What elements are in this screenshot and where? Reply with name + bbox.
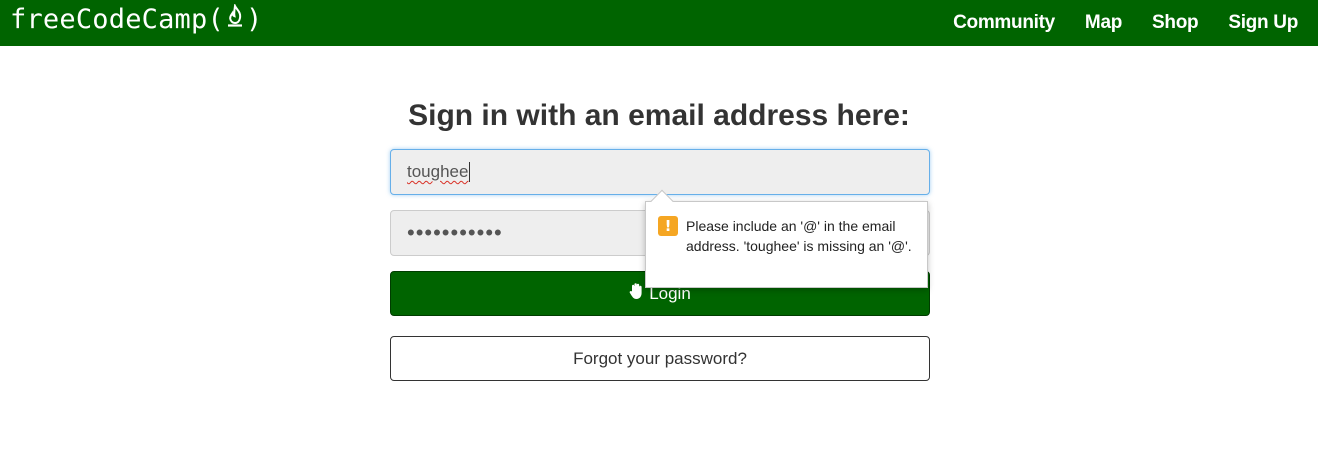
brand-logo[interactable]: freeCodeCamp( ) [10, 2, 263, 35]
nav-link-shop[interactable]: Shop [1152, 12, 1199, 34]
brand-close-paren: ) [245, 4, 263, 35]
nav-link-sign-up[interactable]: Sign Up [1228, 12, 1298, 34]
forgot-password-button[interactable]: Forgot your password? [390, 336, 930, 381]
email-field[interactable]: toughee [390, 149, 930, 195]
password-field-value: ••••••••••• [407, 220, 503, 245]
validation-tooltip: ! Please include an '@' in the email add… [645, 189, 928, 288]
validation-message: Please include an '@' in the email addre… [686, 218, 912, 254]
warning-icon: ! [658, 216, 678, 236]
brand-open-paren: ( [207, 4, 224, 35]
top-navbar: freeCodeCamp( ) Community Map Shop Sign … [0, 0, 1318, 46]
text-caret [469, 162, 471, 182]
page-title: Sign in with an email address here: [408, 99, 910, 132]
brand-text: freeCodeCamp [10, 4, 208, 35]
flame-icon [224, 2, 246, 35]
email-field-value: toughee [407, 162, 469, 181]
forgot-password-label: Forgot your password? [573, 348, 747, 368]
nav-link-map[interactable]: Map [1085, 12, 1122, 34]
nav-link-community[interactable]: Community [953, 12, 1055, 34]
nav-links: Community Map Shop Sign Up [923, 0, 1298, 46]
